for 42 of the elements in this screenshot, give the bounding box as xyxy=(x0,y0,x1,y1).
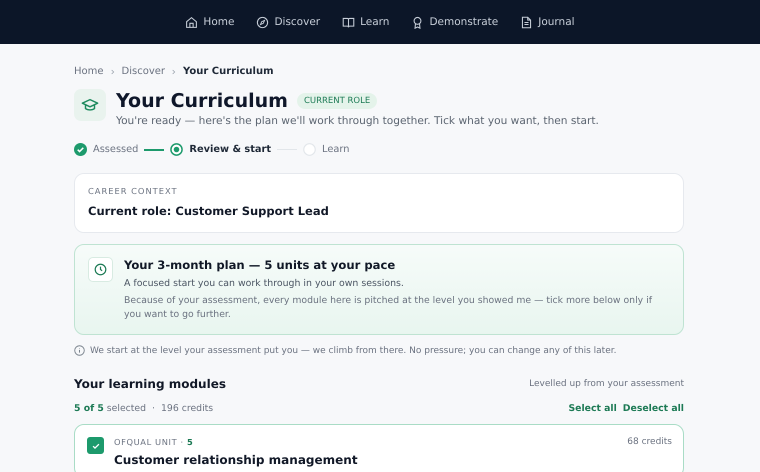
unit-label: OFQUAL UNIT · 5 xyxy=(114,437,194,447)
module-title: Customer relationship management xyxy=(114,453,359,467)
nav-link[interactable]: Journal xyxy=(520,16,575,28)
selection-link[interactable]: Deselect all xyxy=(622,403,684,414)
page-subtitle: You're ready — here's the plan we'll work through together. Tick what you want, then start. xyxy=(116,115,599,127)
role-badge: CURRENT ROLE xyxy=(296,93,378,109)
current-role-text: Current role: Customer Support Lead xyxy=(88,204,330,218)
module-card[interactable]: OFQUAL UNIT · 5 68 credits Customer relationship management xyxy=(74,424,684,472)
breadcrumb-link[interactable]: Your Curriculum xyxy=(183,66,274,77)
book-icon xyxy=(342,16,356,28)
graduation-cap-icon xyxy=(74,89,106,121)
plan-description: A focused start you can work through in your own sessions. xyxy=(124,278,405,289)
credits-total: 196 credits xyxy=(161,403,214,414)
award-icon xyxy=(411,16,424,28)
step-label: Learn xyxy=(322,144,350,155)
step-label: Review & start xyxy=(189,144,272,155)
nav-link[interactable]: Demonstrate xyxy=(411,16,498,28)
compass-icon xyxy=(256,16,270,28)
step-label: Assessed xyxy=(93,144,138,155)
selection-link[interactable]: Select all xyxy=(568,403,617,414)
document-icon xyxy=(520,16,534,28)
clock-icon xyxy=(88,257,113,282)
module-credits: 68 credits xyxy=(627,437,672,447)
info-note: We start at the level your assessment put you — we climb from there. No pressure; you can change any of this later. xyxy=(90,346,616,356)
plan-title: Your 3-month plan — 5 units at your pace xyxy=(124,258,396,272)
nav-link[interactable]: Home xyxy=(185,16,234,28)
page-title: Your Curriculum xyxy=(116,89,288,113)
chevron-icon xyxy=(110,68,115,74)
card-label: CAREER CONTEXT xyxy=(88,186,179,196)
separator-dot: · xyxy=(152,403,156,414)
selection-count: 5 of 5 selected xyxy=(74,403,146,414)
nav-link[interactable]: Discover xyxy=(256,16,320,28)
breadcrumb-link[interactable]: Discover xyxy=(122,66,166,77)
chevron-icon xyxy=(172,68,176,74)
home-icon xyxy=(185,16,198,28)
info-icon xyxy=(74,345,85,356)
plan-detail: Because of your assessment, every module here is pitched at the level you showed me — tick more below only if you want to go further. xyxy=(124,294,654,322)
nav-link[interactable]: Learn xyxy=(342,16,390,28)
section-title: Your learning modules xyxy=(74,377,226,391)
checkbox[interactable] xyxy=(87,437,104,454)
section-caption: Levelled up from your assessment xyxy=(529,379,684,389)
breadcrumb-link[interactable]: Home xyxy=(74,66,104,77)
